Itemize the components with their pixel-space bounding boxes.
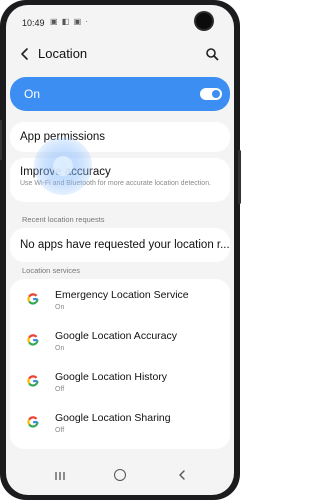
- google-g-icon: [27, 334, 39, 346]
- touch-point: [53, 156, 73, 176]
- status-time: 10:49: [22, 18, 45, 28]
- service-title: Google Location Accuracy: [55, 330, 177, 342]
- status-bar: 10:49 ▣ ◧ ▣ ·: [6, 5, 234, 33]
- nav-back-icon[interactable]: [176, 469, 188, 481]
- location-toggle-row[interactable]: On: [10, 77, 230, 111]
- service-title: Emergency Location Service: [55, 289, 189, 301]
- power-button: [238, 150, 241, 204]
- location-services-header: Location services: [22, 266, 80, 275]
- service-title: Google Location Sharing: [55, 412, 171, 424]
- recent-requests-message: No apps have requested your location r..…: [20, 239, 230, 251]
- service-item-location-history[interactable]: Google Location History Off: [10, 363, 230, 403]
- location-services-card: Emergency Location Service On Google Loc…: [10, 279, 230, 449]
- location-toggle-label: On: [24, 87, 41, 101]
- recent-apps-icon[interactable]: [54, 471, 66, 481]
- service-status: Off: [55, 427, 65, 434]
- phone-frame: 10:49 ▣ ◧ ▣ · Location On App permission…: [0, 0, 241, 500]
- service-item-location-sharing[interactable]: Google Location Sharing Off: [10, 404, 230, 444]
- home-icon[interactable]: [114, 469, 126, 481]
- search-icon[interactable]: [205, 47, 219, 61]
- service-status: On: [55, 304, 65, 311]
- google-g-icon: [27, 375, 39, 387]
- volume-button: [0, 120, 2, 160]
- front-camera: [196, 13, 212, 29]
- page-title: Location: [38, 46, 88, 61]
- google-g-icon: [27, 293, 39, 305]
- service-item-emergency-location[interactable]: Emergency Location Service On: [10, 281, 230, 321]
- toggle-knob: [212, 90, 220, 98]
- google-g-icon: [27, 416, 39, 428]
- touch-ripple: [34, 137, 92, 195]
- service-title: Google Location History: [55, 371, 168, 383]
- service-status: Off: [55, 386, 65, 393]
- service-item-location-accuracy[interactable]: Google Location Accuracy On: [10, 322, 230, 362]
- service-status: On: [55, 345, 65, 352]
- back-arrow-icon[interactable]: [18, 47, 32, 61]
- recent-requests-card: No apps have requested your location r..…: [10, 228, 230, 262]
- location-toggle-switch[interactable]: [200, 88, 222, 100]
- screen: 10:49 ▣ ◧ ▣ · Location On App permission…: [6, 5, 234, 495]
- app-bar: Location: [6, 39, 234, 69]
- status-icons: ▣ ◧ ▣ ·: [50, 17, 90, 26]
- navigation-bar: [6, 461, 234, 491]
- recent-requests-header: Recent location requests: [22, 215, 105, 224]
